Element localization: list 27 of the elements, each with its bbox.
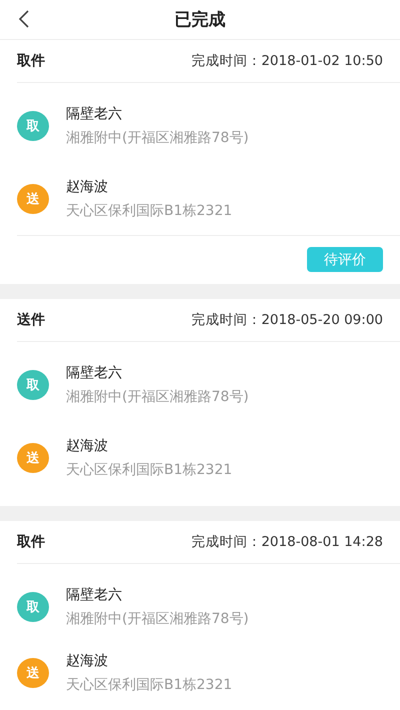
contact-name: 赵海波	[66, 178, 109, 196]
order-type: 取件	[17, 533, 45, 551]
address-text: 天心区保利国际B1栋2321	[66, 202, 232, 220]
contact-name: 隔壁老六	[66, 364, 123, 382]
stop-badge: 送	[17, 442, 49, 472]
stop-badge: 取	[17, 592, 49, 622]
address-text: 湘雅附中(开福区湘雅路78号)	[66, 128, 249, 146]
contact-name: 赵海波	[66, 436, 109, 454]
back-icon	[18, 10, 30, 28]
stop-badge: 取	[17, 370, 49, 400]
order-type: 送件	[17, 311, 45, 329]
address-text: 天心区保利国际B1栋2321	[66, 676, 232, 694]
stop-badge: 送	[17, 658, 49, 688]
completion-time: 完成时间：2018-08-01 14:28	[191, 533, 383, 551]
completion-time: 完成时间：2018-05-20 09:00	[191, 311, 383, 329]
contact-name: 隔壁老六	[66, 586, 123, 604]
contact-name: 隔壁老六	[66, 104, 123, 122]
completion-time: 完成时间：2018-01-02 10:50	[191, 52, 383, 70]
address-text: 天心区保利国际B1栋2321	[66, 460, 232, 478]
review-button[interactable]: 待评价	[307, 247, 383, 272]
page-title: 已完成	[174, 9, 226, 31]
address-text: 湘雅附中(开福区湘雅路78号)	[66, 610, 249, 628]
contact-name: 赵海波	[66, 652, 109, 670]
order-type: 取件	[17, 52, 45, 70]
stop-badge: 取	[17, 110, 49, 140]
address-text: 湘雅附中(开福区湘雅路78号)	[66, 388, 249, 406]
stop-badge: 送	[17, 184, 49, 214]
